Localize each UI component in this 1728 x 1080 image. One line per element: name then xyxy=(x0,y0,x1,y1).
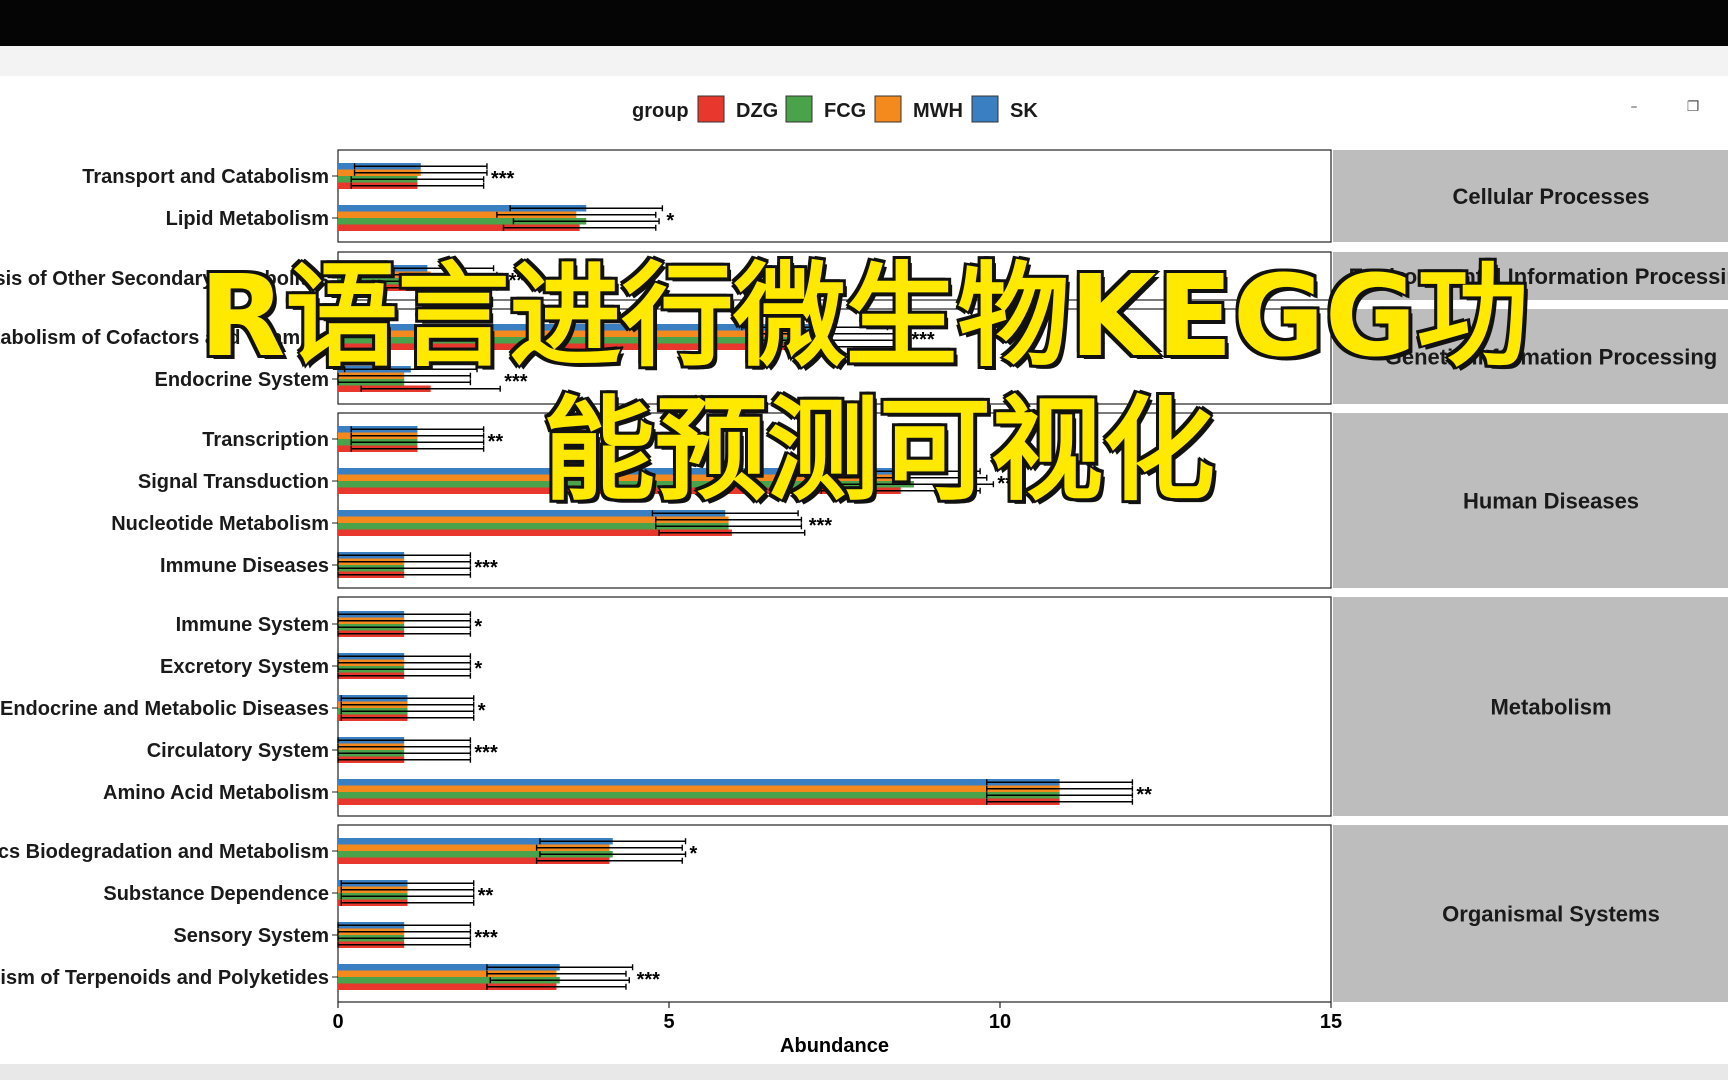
bottom-scroll-bar xyxy=(0,1064,1728,1080)
y-tick-label: Immune Diseases xyxy=(160,555,329,577)
y-tick-label: Excretory System xyxy=(160,656,329,678)
bar xyxy=(338,792,1060,799)
y-tick-label: Circulatory System xyxy=(147,740,329,762)
facet-label: Human Diseases xyxy=(1463,489,1639,514)
y-tick-label: Signal Transduction xyxy=(138,471,329,493)
significance-label: * xyxy=(474,616,482,638)
bar xyxy=(338,343,835,350)
legend-swatch xyxy=(697,95,725,123)
y-tick-label: Endocrine and Metabolic Diseases xyxy=(0,698,329,720)
significance-label: * xyxy=(666,210,674,232)
panel: Environmental Information Processing Bios… xyxy=(0,251,1728,301)
chart-panels: Cellular Processes Transport and Cataboli… xyxy=(0,149,1728,1003)
legend-label: DZG xyxy=(736,100,778,122)
panel-frame xyxy=(337,251,1332,301)
significance-label: ** xyxy=(997,473,1013,495)
x-tick-label: 5 xyxy=(663,1011,674,1033)
legend-swatch xyxy=(874,95,902,123)
x-axis-title: Abundance xyxy=(780,1035,889,1057)
x-axis: 0 5 10 15 Abundance xyxy=(332,1002,1342,1057)
bar xyxy=(338,779,1060,786)
bar xyxy=(338,481,914,488)
bar xyxy=(338,474,908,481)
panel: Human Diseases Transcription ** Signal Tran… xyxy=(111,412,1728,589)
facet-label: Environmental Information Processing xyxy=(1349,264,1728,289)
panel: Organismal Systems Xenobiotics Biodegrada… xyxy=(0,824,1728,1003)
y-tick-label: Immune System xyxy=(176,614,329,636)
panel: Cellular Processes Transport and Cataboli… xyxy=(82,149,1728,243)
y-tick-label: Sensory System xyxy=(173,925,329,947)
legend-label: FCG xyxy=(824,100,866,122)
y-tick-label: Substance Dependence xyxy=(103,883,329,905)
panel: Genetic Information Processing Metabolism… xyxy=(0,308,1728,405)
y-tick-label: Nucleotide Metabolism xyxy=(111,513,329,535)
panel: Metabolism Immune System * Excretory System… xyxy=(0,596,1728,817)
legend-label: MWH xyxy=(913,100,963,122)
significance-label: * xyxy=(474,658,482,680)
significance-label: ** xyxy=(1136,784,1152,806)
bar xyxy=(338,785,1060,792)
bar xyxy=(338,487,901,494)
y-tick-label: Transport and Catabolism xyxy=(82,166,329,188)
y-tick-label: Xenobiotics Biodegradation and Metabolis… xyxy=(0,841,329,863)
bar xyxy=(338,798,1060,805)
y-tick-label: Endocrine System xyxy=(154,369,329,391)
bar xyxy=(338,468,901,475)
significance-label: *** xyxy=(474,557,498,579)
x-tick-label: 0 xyxy=(332,1011,343,1033)
facet-label: Metabolism xyxy=(1490,695,1611,720)
y-tick-label: Metabolism of Cofactors and Vitamins xyxy=(0,327,329,349)
significance-label: * xyxy=(690,843,698,865)
significance-label: ** xyxy=(478,885,494,907)
legend-label: SK xyxy=(1010,100,1038,122)
significance-label: *** xyxy=(474,927,498,949)
y-tick-label: Biosynthesis of Other Secondary Metaboli… xyxy=(0,268,329,290)
legend-title: group xyxy=(632,100,689,122)
legend: group DZG FCG MWH SK xyxy=(632,95,1038,123)
y-tick-label: Amino Acid Metabolism xyxy=(103,782,329,804)
significance-label: * xyxy=(478,700,486,722)
significance-label: *** xyxy=(809,515,833,537)
kegg-abundance-chart: group DZG FCG MWH SK Cellular Processes Trans… xyxy=(0,95,1728,1057)
panel-frame xyxy=(337,308,1332,405)
legend-swatch xyxy=(971,95,999,123)
x-tick-label: 10 xyxy=(989,1011,1011,1033)
y-tick-label: Transcription xyxy=(202,429,329,451)
significance-label: *** xyxy=(911,329,935,351)
x-tick-label: 15 xyxy=(1320,1011,1342,1033)
significance-label: *** xyxy=(491,168,515,190)
facet-label: Cellular Processes xyxy=(1453,184,1650,209)
y-tick-label: Metabolism of Terpenoids and Polyketides xyxy=(0,967,329,989)
significance-label: *** xyxy=(501,270,525,292)
facet-label: Organismal Systems xyxy=(1442,902,1660,927)
facet-label: Genetic Information Processing xyxy=(1385,345,1718,370)
significance-label: ** xyxy=(488,431,504,453)
significance-label: *** xyxy=(474,742,498,764)
y-tick-label: Lipid Metabolism xyxy=(166,208,329,230)
significance-label: *** xyxy=(504,371,528,393)
significance-label: *** xyxy=(637,969,661,991)
legend-swatch xyxy=(785,95,813,123)
